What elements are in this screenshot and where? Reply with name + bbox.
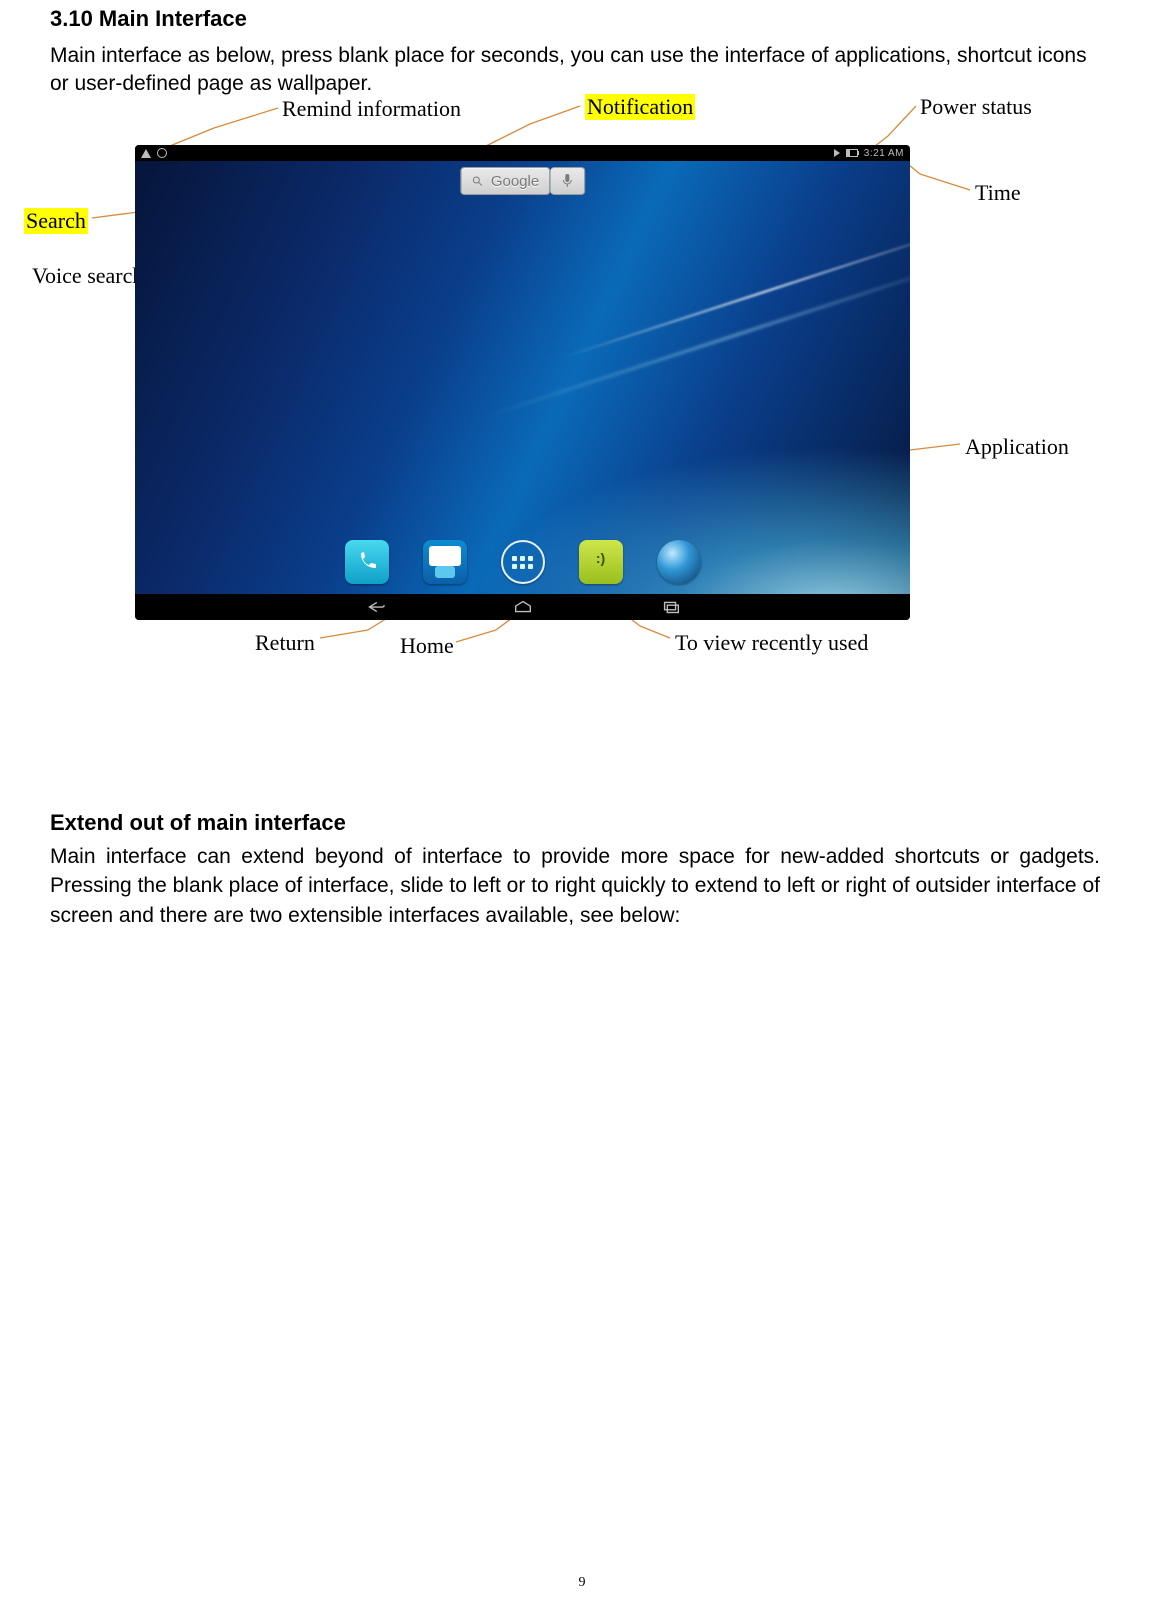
status-bar[interactable]: 3:21 AM xyxy=(135,145,910,161)
nav-back-button[interactable] xyxy=(361,599,389,615)
callout-return: Return xyxy=(255,630,315,656)
search-icon xyxy=(471,175,483,187)
navigation-bar xyxy=(135,594,910,620)
callout-search: Search xyxy=(24,208,88,234)
bluetooth-icon xyxy=(834,149,840,157)
callout-power-status: Power status xyxy=(920,94,1032,120)
recents-icon xyxy=(660,600,682,614)
search-label: Google xyxy=(491,173,539,190)
battery-icon xyxy=(846,149,858,157)
annotated-screenshot-figure: Remind information Notification Power st… xyxy=(0,90,1164,650)
callout-voice-search: Voice search xyxy=(32,263,143,289)
apps-grid-icon xyxy=(512,556,533,569)
page-number: 9 xyxy=(0,1575,1164,1591)
callout-application: Application xyxy=(965,434,1069,460)
warning-icon xyxy=(141,149,151,158)
subsection-heading: Extend out of main interface xyxy=(50,810,346,836)
callout-notification: Notification xyxy=(585,94,695,120)
messaging-app-icon[interactable] xyxy=(579,540,623,584)
callout-home: Home xyxy=(400,633,454,659)
home-icon xyxy=(512,600,534,614)
nav-recents-button[interactable] xyxy=(657,599,685,615)
usb-debug-icon xyxy=(157,148,167,158)
section-heading: 3.10 Main Interface xyxy=(50,6,247,32)
contacts-app-icon[interactable] xyxy=(423,540,467,584)
back-icon xyxy=(364,600,386,614)
device-screenshot: 3:21 AM Google xyxy=(135,145,910,620)
document-page: 3.10 Main Interface Main interface as be… xyxy=(0,0,1164,1609)
phone-app-icon[interactable] xyxy=(345,540,389,584)
voice-search-button[interactable] xyxy=(550,167,585,195)
callout-time: Time xyxy=(975,180,1021,206)
search-input[interactable]: Google xyxy=(460,167,550,195)
callout-recent: To view recently used xyxy=(675,630,868,656)
browser-app-icon[interactable] xyxy=(657,540,701,584)
home-wallpaper[interactable]: Google xyxy=(135,161,910,594)
search-widget[interactable]: Google xyxy=(460,167,585,195)
callout-remind-information: Remind information xyxy=(282,96,461,122)
mic-icon xyxy=(561,173,573,189)
status-time: 3:21 AM xyxy=(864,148,904,159)
subsection-paragraph: Main interface can extend beyond of inte… xyxy=(50,842,1100,930)
phone-icon xyxy=(355,550,379,574)
nav-home-button[interactable] xyxy=(509,599,537,615)
app-dock xyxy=(135,540,910,584)
all-apps-button[interactable] xyxy=(501,540,545,584)
